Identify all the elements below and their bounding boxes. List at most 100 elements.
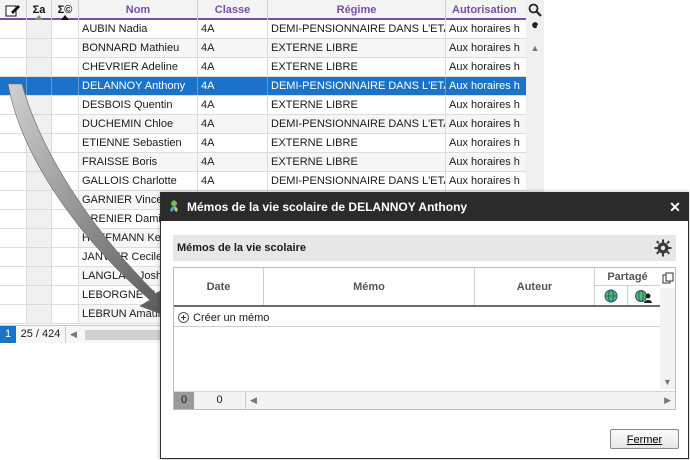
row-sum-c-cell — [52, 153, 79, 171]
row-edit-cell — [0, 115, 27, 133]
row-sum-a-cell — [27, 58, 52, 76]
table-row[interactable]: DUCHEMIN Chloe 4A DEMI-PENSIONNAIRE DANS L… — [0, 115, 526, 134]
globe-icon[interactable] — [595, 286, 628, 305]
row-edit-cell — [0, 248, 27, 266]
cell-classe: 4A — [198, 58, 268, 76]
cell-classe: 4A — [198, 39, 268, 57]
table-row[interactable]: CHEVRIER Adeline 4A EXTERNE LIBRE Aux horai… — [0, 58, 526, 77]
cell-regime: EXTERNE LIBRE — [268, 153, 446, 171]
cell-autorisation: Aux horaires h — [449, 42, 520, 54]
col-auteur[interactable]: Auteur — [475, 268, 595, 305]
create-memo-row[interactable]: Créer un mémo — [174, 309, 660, 327]
close-dialog-button[interactable]: Fermer — [610, 429, 679, 449]
cell-classe: 4A — [198, 77, 268, 95]
col-autorisation[interactable]: Autorisation — [446, 0, 526, 20]
col-regime[interactable]: Régime — [268, 0, 446, 20]
row-edit-cell — [0, 39, 27, 57]
col-memo[interactable]: Mémo — [264, 268, 475, 305]
row-sum-a-cell — [27, 267, 52, 285]
row-sum-a-cell — [27, 210, 52, 228]
row-edit-cell — [0, 172, 27, 190]
globe-user-icon[interactable] — [628, 286, 660, 305]
cell-autorisation: Aux horaires h — [449, 156, 520, 168]
row-edit-cell — [0, 229, 27, 247]
row-sum-a-cell — [27, 77, 52, 95]
cell-nom: DELANNOY Anthony — [79, 77, 198, 95]
cell-regime: EXTERNE LIBRE — [268, 96, 446, 114]
row-sum-c-cell — [52, 210, 79, 228]
cell-regime: DEMI-PENSIONNAIRE DANS L'ETABL — [268, 20, 446, 38]
row-sum-a-cell — [27, 172, 52, 190]
sum-a-column[interactable]: Σa — [27, 0, 52, 20]
cell-classe: 4A — [198, 134, 268, 152]
row-count: 25 / 424 — [16, 326, 66, 343]
cell-classe: 4A — [198, 96, 268, 114]
row-sum-a-cell — [27, 191, 52, 209]
cell-autorisation: Aux horaires h — [449, 99, 520, 111]
row-edit-cell — [0, 77, 27, 95]
row-sum-c-cell — [52, 229, 79, 247]
col-classe[interactable]: Classe — [198, 0, 268, 20]
scroll-left-icon[interactable]: ◀ — [250, 395, 257, 406]
table-row[interactable]: FRAISSE Boris 4A EXTERNE LIBRE Aux horaires… — [0, 153, 526, 172]
copy-icon[interactable] — [660, 268, 675, 288]
cell-nom: CHEVRIER Adeline — [79, 58, 198, 76]
table-row[interactable]: DELANNOY Anthony 4A DEMI-PENSIONNAIRE DANS… — [0, 77, 526, 96]
memo-table-header: Date Mémo Auteur Partagé — [174, 268, 660, 307]
gear-icon[interactable] — [654, 239, 672, 260]
cell-nom: ETIENNE Sebastien — [79, 134, 198, 152]
scroll-down-icon[interactable]: ▼ — [660, 377, 675, 387]
row-edit-cell — [0, 96, 27, 114]
page-number[interactable]: 1 — [0, 326, 16, 343]
col-partage[interactable]: Partagé — [595, 268, 660, 305]
cell-autorisation: Aux horaires h — [449, 23, 520, 35]
memo-selected-count: 0 — [174, 392, 194, 409]
table-row[interactable]: DESBOIS Quentin 4A EXTERNE LIBRE Aux horair… — [0, 96, 526, 115]
edit-column-icon[interactable] — [0, 0, 27, 20]
dialog-titlebar[interactable]: Mémos de la vie scolaire de DELANNOY Ant… — [161, 193, 688, 221]
row-edit-cell — [0, 191, 27, 209]
col-nom[interactable]: Nom — [79, 0, 198, 20]
row-sum-c-cell — [52, 96, 79, 114]
table-row[interactable]: ETIENNE Sebastien 4A EXTERNE LIBRE Aux hora… — [0, 134, 526, 153]
section-header: Mémos de la vie scolaire — [173, 235, 676, 261]
memo-horizontal-scrollbar[interactable]: ◀ ▶ — [246, 392, 675, 409]
cell-regime: EXTERNE LIBRE — [268, 39, 446, 57]
cell-nom: GALLOIS Charlotte — [79, 172, 198, 190]
add-icon[interactable] — [178, 312, 189, 323]
scroll-right-icon[interactable]: ▶ — [664, 395, 671, 406]
dialog-title: Mémos de la vie scolaire de DELANNOY Ant… — [187, 200, 468, 214]
create-memo-label[interactable]: Créer un mémo — [193, 312, 269, 324]
table-row[interactable]: GALLOIS Charlotte 4A DEMI-PENSIONNAIRE DAN… — [0, 172, 526, 191]
row-sum-a-cell — [27, 286, 52, 304]
cell-regime: EXTERNE LIBRE — [268, 134, 446, 152]
table-row[interactable]: BONNARD Mathieu 4A EXTERNE LIBRE Aux horair… — [0, 39, 526, 58]
cell-nom: AUBIN Nadia — [79, 20, 198, 38]
section-title: Mémos de la vie scolaire — [177, 242, 307, 254]
cell-nom: BONNARD Mathieu — [79, 39, 198, 57]
row-sum-c-cell — [52, 305, 79, 323]
row-sum-c-cell — [52, 77, 79, 95]
row-sum-a-cell — [27, 153, 52, 171]
table-row[interactable]: AUBIN Nadia 4A DEMI-PENSIONNAIRE DANS L'ET… — [0, 20, 526, 39]
row-edit-cell — [0, 210, 27, 228]
scroll-up-icon[interactable]: ▲ — [526, 38, 544, 57]
memo-dialog: Mémos de la vie scolaire de DELANNOY Ant… — [160, 192, 689, 459]
search-icon[interactable] — [526, 0, 544, 19]
cell-nom: FRAISSE Boris — [79, 153, 198, 171]
row-sum-c-cell — [52, 191, 79, 209]
col-date[interactable]: Date — [174, 268, 264, 305]
row-sum-a-cell — [27, 229, 52, 247]
close-icon[interactable]: ✕ — [662, 199, 688, 216]
scroll-left-icon[interactable]: ◀ — [70, 329, 77, 340]
row-sum-c-cell — [52, 248, 79, 266]
row-sum-c-cell — [52, 39, 79, 57]
sum-c-column[interactable]: Σ© — [52, 0, 79, 20]
row-edit-cell — [0, 153, 27, 171]
app-logo-icon — [167, 199, 181, 216]
cell-autorisation: Aux horaires h — [449, 118, 520, 130]
row-edit-cell — [0, 305, 27, 323]
cell-regime: EXTERNE LIBRE — [268, 58, 446, 76]
memo-vertical-scrollbar[interactable]: ▼ — [660, 288, 675, 389]
wrench-icon[interactable] — [526, 19, 544, 38]
